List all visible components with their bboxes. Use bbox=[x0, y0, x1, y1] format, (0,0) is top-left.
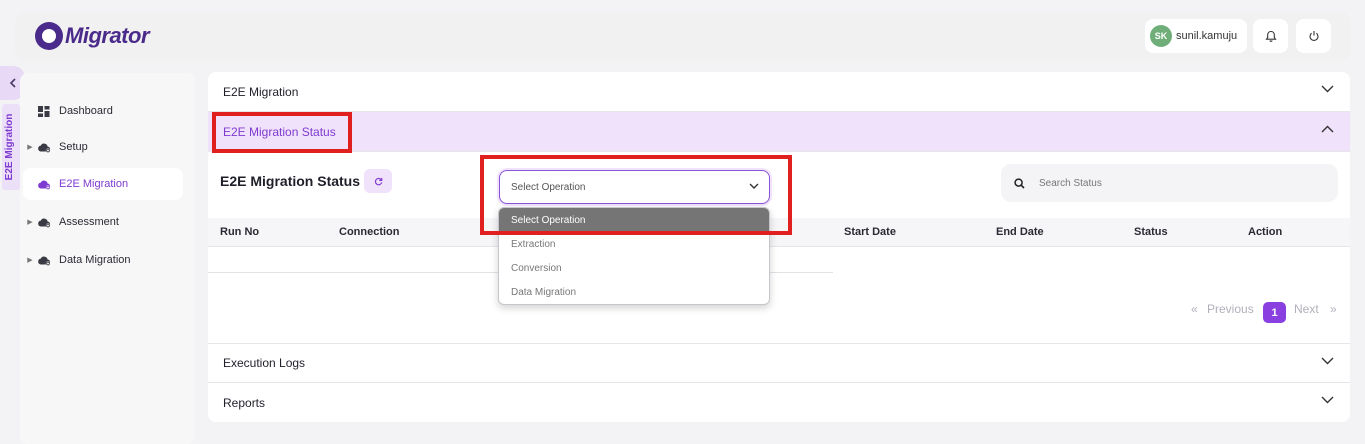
chevron-down-icon bbox=[1321, 357, 1334, 365]
chevron-up-icon bbox=[1321, 125, 1334, 133]
sidebar-item-label: E2E Migration bbox=[59, 178, 129, 190]
search-input[interactable] bbox=[1039, 177, 1319, 189]
accordion-title: Reports bbox=[223, 396, 266, 410]
dropdown-option[interactable]: Conversion bbox=[499, 256, 769, 280]
operation-dropdown-menu: Select Operation Extraction Conversion D… bbox=[498, 207, 770, 305]
cloud-gear-icon bbox=[37, 141, 51, 153]
power-icon bbox=[1308, 31, 1319, 41]
caret-right-icon: ▶ bbox=[27, 257, 33, 264]
sidebar-item-label: Dashboard bbox=[59, 105, 113, 117]
caret-right-icon: ▶ bbox=[27, 144, 33, 151]
sidebar-item-setup[interactable]: ▶ Setup bbox=[23, 131, 183, 163]
column-header: Run No bbox=[220, 226, 260, 238]
table-header: Run No Connection Start Date End Date St… bbox=[208, 218, 1350, 247]
avatar: SK bbox=[1150, 25, 1172, 47]
accordion-title: E2E Migration Status bbox=[223, 124, 336, 139]
cloud-gear-icon bbox=[37, 178, 51, 190]
cloud-gear-icon bbox=[37, 254, 51, 266]
column-header: Status bbox=[1134, 226, 1168, 238]
column-header: Start Date bbox=[844, 226, 896, 238]
sidebar-item-assessment[interactable]: ▶ Assessment bbox=[23, 206, 183, 238]
chevron-down-icon bbox=[749, 183, 759, 189]
dashboard-icon bbox=[37, 105, 51, 117]
operation-select[interactable]: Select Operation bbox=[499, 170, 770, 204]
pagination-previous[interactable]: Previous bbox=[1207, 302, 1254, 316]
sidebar-item-label: Setup bbox=[59, 141, 88, 153]
top-header: Migrator SK sunil.kamuju bbox=[15, 12, 1350, 61]
dropdown-option[interactable]: Extraction bbox=[499, 232, 769, 256]
pagination-last[interactable]: » bbox=[1330, 302, 1337, 316]
accordion-e2e-migration-status[interactable]: E2E Migration Status bbox=[208, 112, 1350, 152]
column-header: End Date bbox=[996, 226, 1044, 238]
sidebar-item-e2e-migration[interactable]: E2E Migration bbox=[23, 168, 183, 200]
pagination-next[interactable]: Next bbox=[1294, 302, 1319, 316]
sidebar-item-data-migration[interactable]: ▶ Data Migration bbox=[23, 244, 183, 276]
pagination-page[interactable]: 1 bbox=[1263, 302, 1286, 323]
search-icon bbox=[1014, 177, 1025, 189]
dropdown-option[interactable]: Select Operation bbox=[499, 208, 769, 232]
section-title: E2E Migration Status bbox=[220, 173, 361, 189]
logo-mark-icon bbox=[35, 22, 63, 50]
column-header: Action bbox=[1248, 226, 1283, 238]
user-menu[interactable]: SK sunil.kamuju bbox=[1145, 19, 1247, 53]
column-header: Connection bbox=[339, 226, 400, 238]
accordion-execution-logs[interactable]: Execution Logs bbox=[208, 343, 1350, 383]
side-tab-label: E2E Migration bbox=[4, 113, 15, 181]
sidebar-item-label: Data Migration bbox=[59, 254, 131, 266]
accordion-reports[interactable]: Reports bbox=[208, 383, 1350, 423]
user-name: sunil.kamuju bbox=[1176, 30, 1238, 42]
accordion-title: Execution Logs bbox=[223, 356, 306, 370]
caret-right-icon: ▶ bbox=[27, 219, 33, 226]
logo-text: Migrator bbox=[65, 23, 150, 48]
accordion-title: E2E Migration bbox=[223, 84, 299, 99]
chevron-down-icon bbox=[1321, 396, 1334, 404]
refresh-icon bbox=[374, 177, 382, 185]
chevron-left-icon bbox=[9, 78, 16, 88]
accordion-e2e-migration[interactable]: E2E Migration bbox=[208, 72, 1350, 112]
refresh-button[interactable] bbox=[364, 169, 392, 193]
chevron-down-icon bbox=[1321, 85, 1334, 93]
sidebar-item-label: Assessment bbox=[59, 216, 119, 228]
sidebar-item-dashboard[interactable]: Dashboard bbox=[23, 95, 183, 127]
search-box bbox=[1001, 164, 1338, 202]
operation-select-value: Select Operation bbox=[511, 181, 586, 193]
dropdown-option[interactable]: Data Migration bbox=[499, 280, 769, 304]
logout-button[interactable] bbox=[1296, 19, 1331, 53]
pagination-first[interactable]: « bbox=[1191, 302, 1198, 316]
sidebar: Dashboard ▶ Setup E2E Migration ▶ Assess… bbox=[20, 73, 195, 444]
main-panel: E2E Migration E2E Migration Status E2E M… bbox=[208, 72, 1350, 422]
app-logo[interactable]: Migrator bbox=[35, 22, 150, 50]
notifications-button[interactable] bbox=[1253, 19, 1288, 53]
bell-icon bbox=[1264, 30, 1277, 42]
cloud-gear-icon bbox=[37, 216, 51, 228]
